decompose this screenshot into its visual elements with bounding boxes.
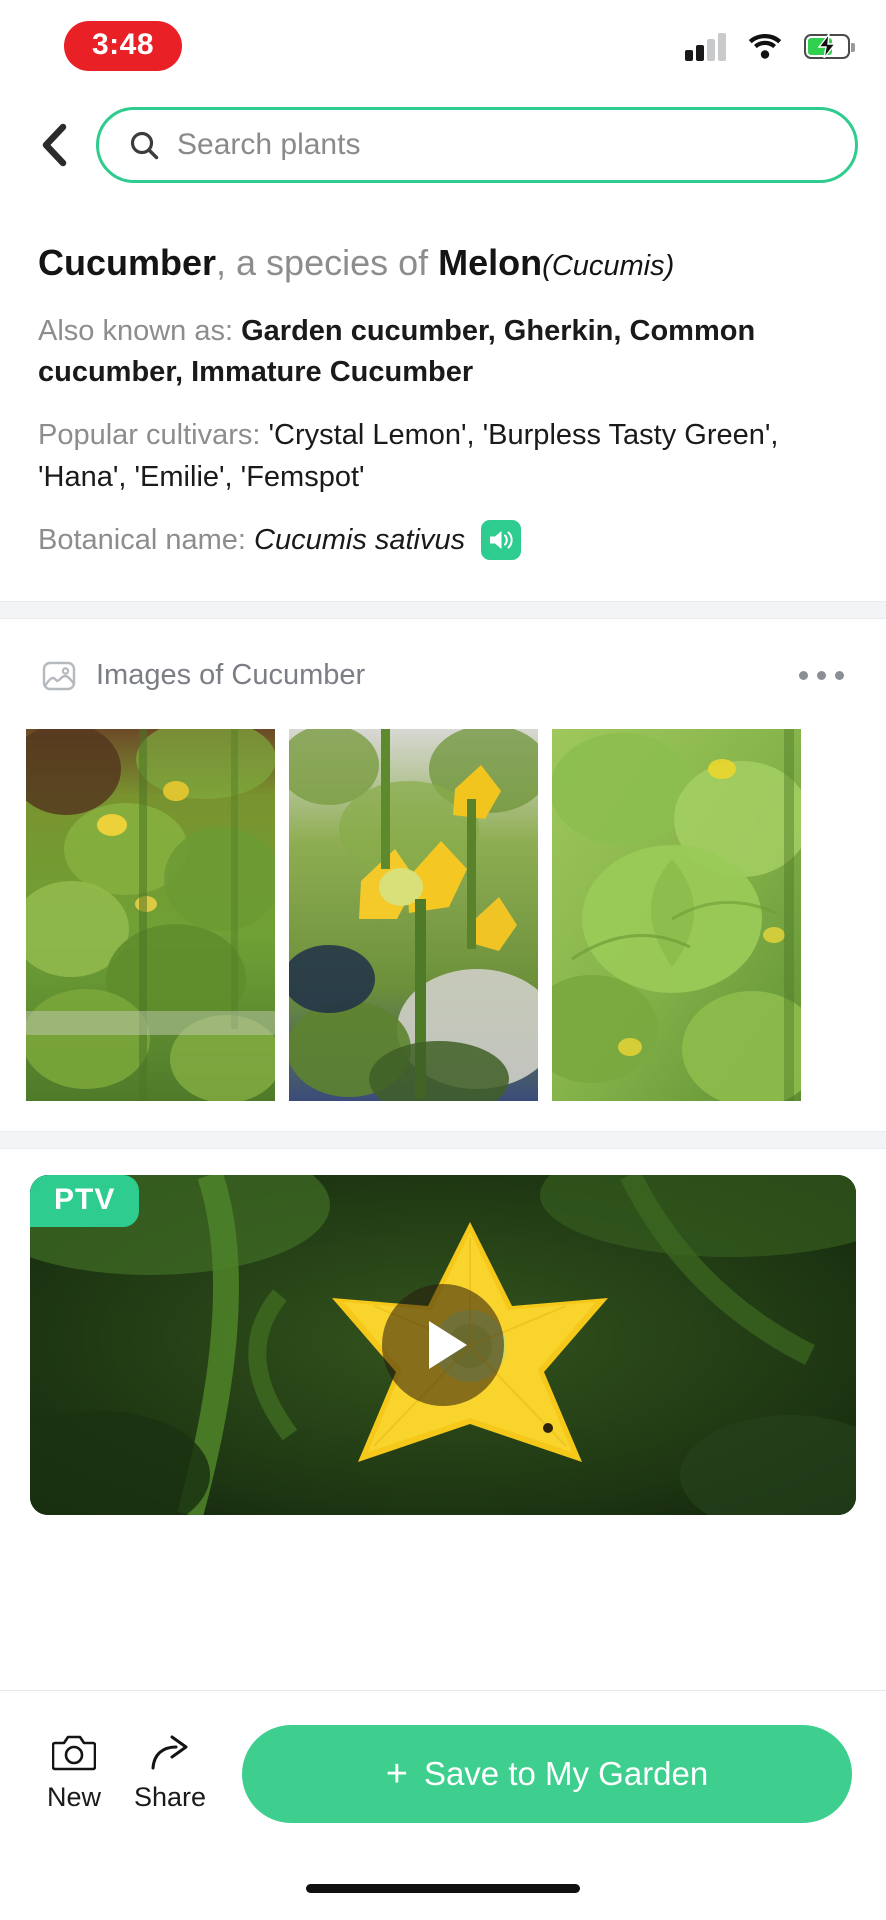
share-label: Share xyxy=(133,1782,207,1812)
cucumber-plant-photo-1[interactable] xyxy=(26,728,275,1101)
cucumber-plant-photo-2[interactable] xyxy=(289,728,538,1101)
section-divider-2 xyxy=(0,1130,886,1149)
video-section: PTV xyxy=(0,1149,886,1690)
status-icons-group xyxy=(685,31,855,61)
camera-icon xyxy=(52,1735,96,1771)
bottom-action-bar: New Share + Save to My Garden xyxy=(0,1690,886,1856)
share-button[interactable]: Share xyxy=(122,1734,218,1813)
species-of-text: , a species of xyxy=(216,242,439,283)
new-photo-button[interactable]: New xyxy=(26,1734,122,1813)
wifi-icon xyxy=(748,34,782,59)
search-icon xyxy=(130,131,159,160)
more-horizontal-icon[interactable] xyxy=(795,661,848,690)
images-section-header: Images of Cucumber xyxy=(0,647,886,705)
speaker-sound-icon xyxy=(490,531,513,550)
save-to-my-garden-label: Save to My Garden xyxy=(423,1754,709,1792)
plus-icon: + xyxy=(385,1752,408,1795)
chevron-left-icon xyxy=(42,123,67,167)
plant-common-name: Cucumber xyxy=(38,242,217,283)
images-section: Images of Cucumber xyxy=(0,619,886,1105)
speaker-sound-button[interactable] xyxy=(481,520,522,561)
video-player-card[interactable]: PTV xyxy=(30,1174,856,1515)
images-section-title: Images of Cucumber xyxy=(96,659,366,692)
new-photo-label: New xyxy=(46,1782,101,1812)
save-to-my-garden-button[interactable]: + Save to My Garden xyxy=(242,1724,852,1823)
botanical-name-row: Botanical name: Cucumis sativus xyxy=(38,520,848,561)
status-bar: 3:48 xyxy=(0,0,886,92)
home-indicator-bar[interactable] xyxy=(306,1883,580,1893)
back-button[interactable] xyxy=(30,119,78,171)
play-button[interactable] xyxy=(382,1283,504,1406)
app-screen: 3:48 Search plants Cucumber, a species o… xyxy=(0,0,886,1920)
botanical-name-value: Cucumis sativus xyxy=(254,523,466,556)
status-time: 3:48 xyxy=(64,21,183,71)
section-divider-1 xyxy=(0,600,886,619)
home-indicator-area xyxy=(0,1856,886,1920)
botanical-name-label: Botanical name: xyxy=(38,523,255,556)
plant-genus-latin: (Cucumis) xyxy=(542,250,675,282)
plant-info-block: Cucumber, a species of Melon(Cucumis) Al… xyxy=(0,198,886,601)
plant-genus-common: Melon xyxy=(438,242,543,283)
share-icon xyxy=(151,1735,188,1770)
also-known-as-label: Also known as: xyxy=(38,315,242,347)
also-known-as-row: Also known as: Garden cucumber, Gherkin,… xyxy=(38,311,848,393)
page-title: Cucumber, a species of Melon(Cucumis) xyxy=(38,240,848,285)
cucumber-plant-photo-3[interactable] xyxy=(552,728,801,1101)
image-icon xyxy=(42,659,76,693)
battery-charging-icon xyxy=(804,33,855,59)
images-thumbnail-strip[interactable] xyxy=(0,705,886,1105)
cultivars-label: Popular cultivars: xyxy=(38,419,269,452)
ptv-badge: PTV xyxy=(30,1174,140,1227)
cultivars-row: Popular cultivars: 'Crystal Lemon', 'Bur… xyxy=(38,415,848,497)
search-input[interactable]: Search plants xyxy=(96,107,858,183)
search-placeholder-text: Search plants xyxy=(177,128,361,161)
play-icon xyxy=(429,1320,467,1369)
cellular-signal-icon xyxy=(685,31,726,61)
search-header: Search plants xyxy=(0,92,886,198)
